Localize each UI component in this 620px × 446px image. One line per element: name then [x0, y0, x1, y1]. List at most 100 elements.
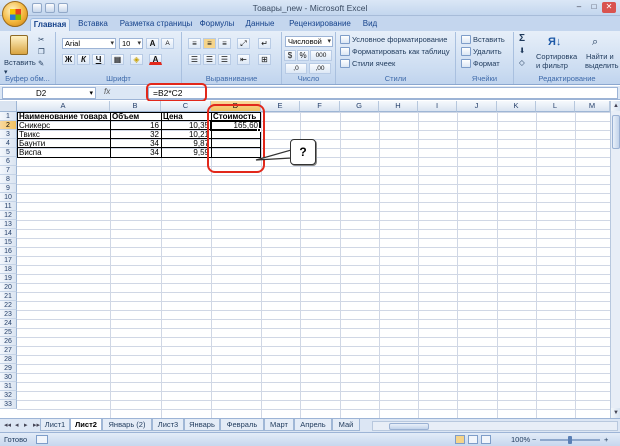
last-sheet-icon[interactable]: ▸▸ [33, 421, 40, 429]
row-header-24[interactable]: 24 [0, 319, 17, 328]
tab-review[interactable]: Рецензирование [284, 18, 356, 31]
font-color-button[interactable]: A [149, 54, 162, 65]
horizontal-scroll-thumb[interactable] [389, 423, 429, 430]
cell-styles-button[interactable]: Стили ячеек [340, 59, 395, 69]
align-right-icon[interactable]: ☰ [218, 54, 231, 65]
paste-icon[interactable] [10, 35, 28, 55]
scroll-down-icon[interactable]: ▼ [611, 408, 620, 418]
name-box[interactable]: D2 [2, 87, 96, 99]
formula-input[interactable]: =B2*C2 [148, 87, 618, 99]
grow-font-button[interactable]: A [146, 38, 159, 49]
percent-button[interactable]: % [297, 50, 309, 61]
delete-cells-button[interactable]: Удалить [461, 47, 502, 57]
row-header-23[interactable]: 23 [0, 310, 17, 319]
macro-record-icon[interactable] [36, 435, 48, 444]
shrink-font-button[interactable]: A [161, 38, 174, 49]
sheet-tab-4[interactable]: Лист3 [152, 419, 184, 431]
merge-icon[interactable]: ⊞ [258, 54, 271, 65]
row-header-1[interactable]: 1 [0, 112, 17, 121]
borders-icon[interactable]: ▦ [111, 54, 124, 65]
thousands-button[interactable]: 000 [310, 50, 332, 61]
sheet-tab-3[interactable]: Январь (2) [102, 419, 152, 431]
format-cells-button[interactable]: Формат [461, 59, 500, 69]
tab-view[interactable]: Вид [358, 18, 382, 31]
copy-icon[interactable]: ❐ [38, 47, 45, 57]
column-header-b[interactable]: B [110, 101, 161, 112]
align-bottom-icon[interactable]: ≡ [218, 38, 231, 49]
row-header-3[interactable]: 3 [0, 130, 17, 139]
font-name-select[interactable]: Arial [62, 38, 116, 49]
row-header-31[interactable]: 31 [0, 382, 17, 391]
autosum-button[interactable]: Σ [519, 34, 525, 44]
sheet-tab-1[interactable]: Лист1 [40, 419, 70, 431]
first-sheet-icon[interactable]: ◂◂ [4, 421, 11, 429]
sheet-tab-2[interactable]: Лист2 [70, 419, 102, 431]
column-header-f[interactable]: F [300, 101, 340, 112]
row-header-7[interactable]: 7 [0, 166, 17, 175]
close-button[interactable]: ✕ [602, 2, 616, 13]
row-header-32[interactable]: 32 [0, 391, 17, 400]
normal-view-icon[interactable] [455, 435, 465, 444]
wrap-text-icon[interactable]: ↵ [258, 38, 271, 49]
underline-button[interactable]: Ч [92, 54, 105, 65]
prev-sheet-icon[interactable]: ◂ [15, 421, 19, 429]
column-header-c[interactable]: C [161, 101, 211, 112]
minimize-button[interactable]: – [572, 2, 586, 13]
insert-cells-button[interactable]: Вставить [461, 35, 505, 45]
row-header-30[interactable]: 30 [0, 373, 17, 382]
row-header-4[interactable]: 4 [0, 139, 17, 148]
row-header-5[interactable]: 5 [0, 148, 17, 157]
column-header-m[interactable]: M [575, 101, 610, 112]
bold-button[interactable]: Ж [62, 54, 75, 65]
row-header-15[interactable]: 15 [0, 238, 17, 247]
column-header-e[interactable]: E [261, 101, 300, 112]
paste-button[interactable]: Вставить [4, 58, 36, 68]
row-header-14[interactable]: 14 [0, 229, 17, 238]
row-header-2[interactable]: 2 [0, 121, 17, 130]
vertical-scroll-thumb[interactable] [612, 115, 620, 149]
align-center-icon[interactable]: ☰ [203, 54, 216, 65]
row-header-8[interactable]: 8 [0, 175, 17, 184]
page-break-view-icon[interactable] [481, 435, 491, 444]
fill-color-icon[interactable]: ◈ [130, 54, 143, 65]
orientation-icon[interactable]: ⤢ [237, 38, 250, 49]
zoom-out-button[interactable]: − [532, 433, 536, 446]
format-as-table-button[interactable]: Форматировать как таблицу [340, 47, 450, 57]
binoculars-icon[interactable]: ⌕ [592, 34, 608, 50]
font-size-select[interactable]: 10 [119, 38, 143, 49]
row-header-26[interactable]: 26 [0, 337, 17, 346]
row-header-33[interactable]: 33 [0, 400, 17, 409]
column-header-k[interactable]: K [497, 101, 536, 112]
row-header-28[interactable]: 28 [0, 355, 17, 364]
scroll-up-icon[interactable]: ▲ [611, 101, 620, 111]
row-header-11[interactable]: 11 [0, 202, 17, 211]
horizontal-scrollbar[interactable] [372, 421, 618, 431]
row-header-16[interactable]: 16 [0, 247, 17, 256]
zoom-level[interactable]: 100% [511, 433, 530, 446]
row-header-27[interactable]: 27 [0, 346, 17, 355]
column-header-l[interactable]: L [536, 101, 575, 112]
undo-quick-icon[interactable] [45, 3, 55, 13]
row-header-29[interactable]: 29 [0, 364, 17, 373]
row-header-9[interactable]: 9 [0, 184, 17, 193]
conditional-formatting-button[interactable]: Условное форматирование [340, 35, 447, 45]
sheet-tab-8[interactable]: Апрель [294, 419, 332, 431]
column-header-a[interactable]: A [17, 101, 110, 112]
row-header-18[interactable]: 18 [0, 265, 17, 274]
row-header-17[interactable]: 17 [0, 256, 17, 265]
row-header-12[interactable]: 12 [0, 211, 17, 220]
format-painter-icon[interactable]: ✎ [38, 59, 44, 69]
row-header-13[interactable]: 13 [0, 220, 17, 229]
align-left-icon[interactable]: ☰ [188, 54, 201, 65]
sheet-tab-6[interactable]: Февраль [220, 419, 264, 431]
tab-insert[interactable]: Вставка [72, 18, 114, 31]
sheet-tab-9[interactable]: Май [332, 419, 360, 431]
maximize-button[interactable]: □ [587, 2, 601, 13]
tab-formulas[interactable]: Формулы [196, 18, 238, 31]
row-header-22[interactable]: 22 [0, 301, 17, 310]
align-top-icon[interactable]: ≡ [188, 38, 201, 49]
column-header-g[interactable]: G [340, 101, 379, 112]
tab-home[interactable]: Главная [30, 18, 70, 31]
column-header-j[interactable]: J [457, 101, 497, 112]
row-header-20[interactable]: 20 [0, 283, 17, 292]
